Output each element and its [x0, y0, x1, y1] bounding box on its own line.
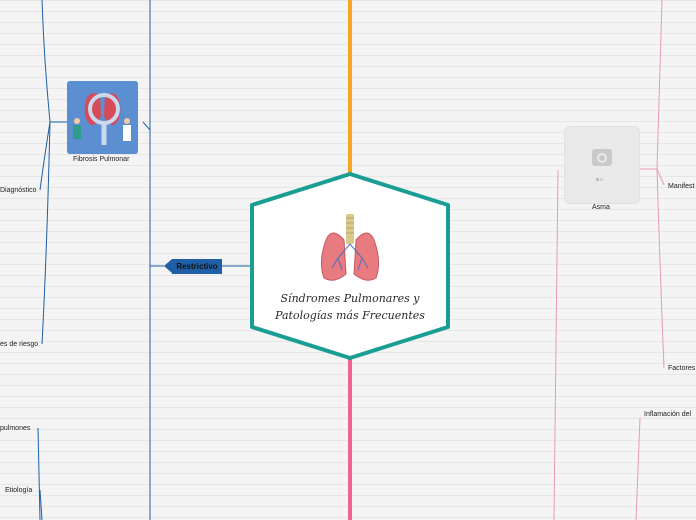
central-hexagon[interactable]	[250, 172, 450, 360]
factores-riesgo-label[interactable]: es de riesgo	[0, 341, 38, 348]
diagnostico-label[interactable]: Diagnóstico	[0, 187, 37, 194]
asma-label[interactable]: Asma	[592, 204, 610, 211]
inflamacion-label[interactable]: Inflamación del	[644, 411, 691, 418]
fibrosis-illustration-icon	[67, 81, 138, 154]
fibrosis-illustration[interactable]	[67, 81, 138, 154]
factores-label[interactable]: Factores	[668, 365, 695, 372]
restrictivo-pill-arrow	[164, 259, 172, 273]
restrictivo-topic[interactable]: Restrictivo	[172, 259, 222, 274]
pulmones-label[interactable]: pulmones	[0, 425, 30, 432]
central-title-line-2: Patologías más Frecuentes	[275, 309, 425, 322]
etiologia-label[interactable]: Etiología	[5, 487, 32, 494]
fibrosis-label[interactable]: Fibrosis Pulmonar	[73, 156, 129, 163]
central-title-line-1: Síndromes Pulmonares y	[280, 292, 420, 305]
right-branch-lines	[553, 0, 665, 520]
camera-placeholder-icon	[592, 149, 612, 181]
mindmap-canvas	[37, 0, 665, 520]
central-topic-title[interactable]: Síndromes Pulmonares y Patologías más Fr…	[262, 290, 438, 324]
asma-image-card[interactable]	[564, 126, 640, 204]
manifestaciones-label[interactable]: Manifest	[668, 183, 694, 190]
